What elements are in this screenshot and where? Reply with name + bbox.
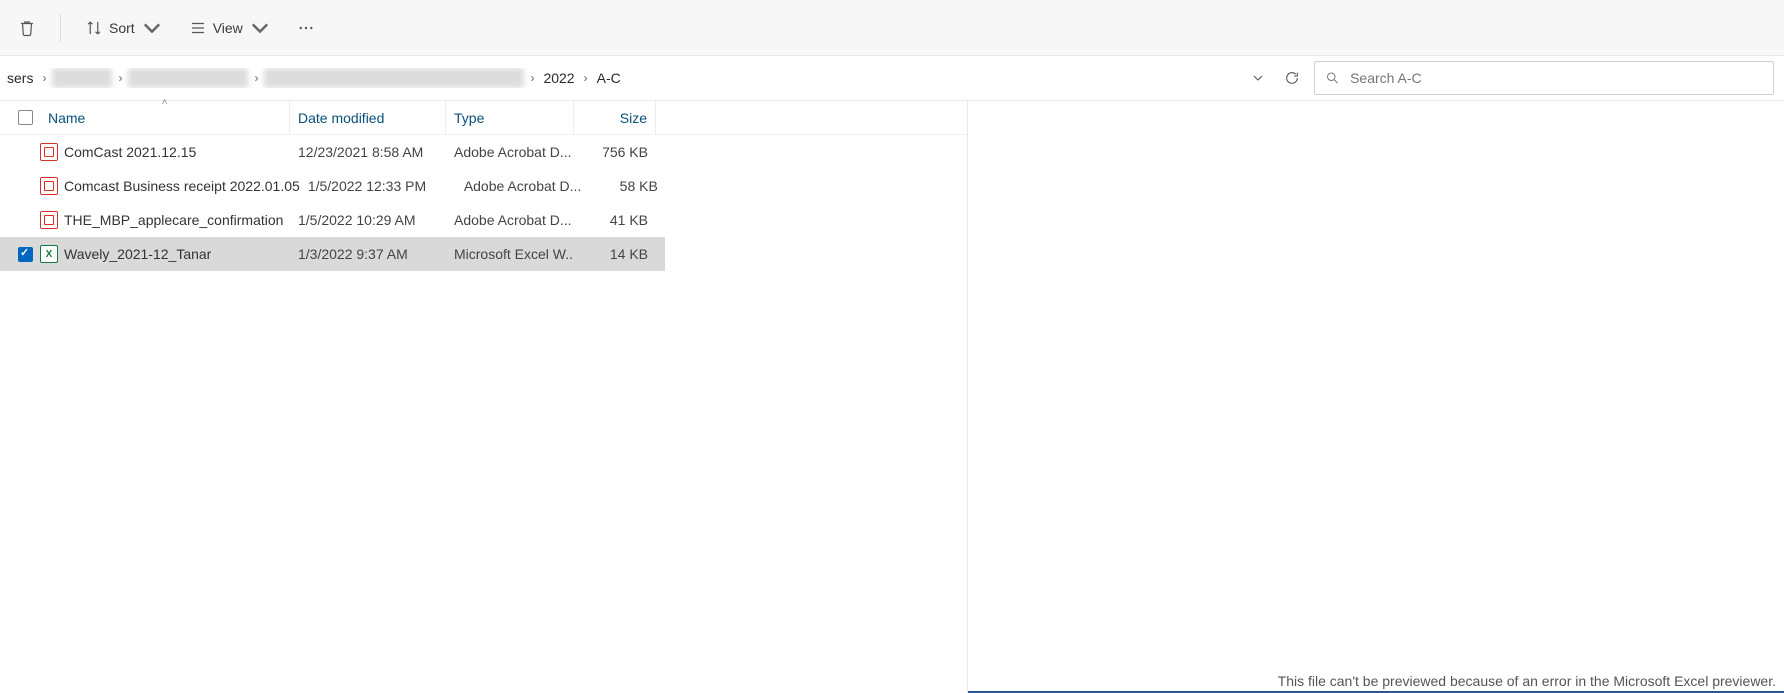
file-date: 1/5/2022 10:29 AM xyxy=(290,212,446,228)
preview-pane: This file can't be previewed because of … xyxy=(968,101,1784,693)
file-name-cell[interactable]: ComCast 2021.12.15 xyxy=(40,143,290,161)
file-date: 12/23/2021 8:58 AM xyxy=(290,144,446,160)
breadcrumb-redacted[interactable] xyxy=(52,68,112,88)
file-size: 14 KB xyxy=(574,246,656,262)
view-button[interactable]: View xyxy=(181,10,277,46)
delete-button[interactable] xyxy=(10,10,44,46)
table-row[interactable]: THE_MBP_applecare_confirmation 1/5/2022 1… xyxy=(0,203,665,237)
column-header-size[interactable]: Size xyxy=(574,101,656,134)
chevron-down-icon[interactable] xyxy=(1250,70,1266,86)
select-all-checkbox[interactable] xyxy=(18,101,40,134)
search-input[interactable] xyxy=(1350,70,1763,86)
sort-icon xyxy=(85,19,103,37)
file-date: 1/3/2022 9:37 AM xyxy=(290,246,446,262)
breadcrumb-segment[interactable]: A-C xyxy=(594,68,624,88)
file-type: Adobe Acrobat D... xyxy=(456,178,584,194)
refresh-icon[interactable] xyxy=(1284,70,1300,86)
file-list-pane: ˄ Name Date modified Type Size ComCast 2… xyxy=(0,101,968,693)
view-label: View xyxy=(213,20,243,36)
excel-file-icon xyxy=(40,245,58,263)
chevron-down-icon xyxy=(251,19,269,37)
chevron-right-icon: › xyxy=(254,71,258,85)
ellipsis-icon xyxy=(297,19,315,37)
chevron-right-icon: › xyxy=(42,71,46,85)
search-box[interactable] xyxy=(1314,61,1774,95)
breadcrumb[interactable]: sers › › › › 2022 › A-C xyxy=(0,68,1236,88)
chevron-right-icon: › xyxy=(118,71,122,85)
file-name: Comcast Business receipt 2022.01.05 xyxy=(64,178,300,194)
file-name-cell[interactable]: THE_MBP_applecare_confirmation xyxy=(40,211,290,229)
table-row[interactable]: Wavely_2021-12_Tanar 1/3/2022 9:37 AMMicr… xyxy=(0,237,665,271)
column-header-date[interactable]: Date modified xyxy=(290,101,446,134)
file-type: Adobe Acrobat D... xyxy=(446,144,574,160)
file-size: 58 KB xyxy=(584,178,666,194)
file-size: 41 KB xyxy=(574,212,656,228)
chevron-right-icon: › xyxy=(584,71,588,85)
row-checkbox[interactable] xyxy=(18,247,40,262)
pdf-file-icon xyxy=(40,143,58,161)
toolbar: Sort View xyxy=(0,0,1784,56)
search-icon xyxy=(1325,70,1340,86)
sort-button[interactable]: Sort xyxy=(77,10,169,46)
trash-icon xyxy=(18,19,36,37)
breadcrumb-root[interactable]: sers xyxy=(4,68,36,88)
main: ˄ Name Date modified Type Size ComCast 2… xyxy=(0,101,1784,693)
file-name: ComCast 2021.12.15 xyxy=(64,144,196,160)
chevron-right-icon: › xyxy=(530,71,534,85)
column-headers: ˄ Name Date modified Type Size xyxy=(0,101,967,135)
breadcrumb-redacted[interactable] xyxy=(128,68,248,88)
address-row: sers › › › › 2022 › A-C xyxy=(0,56,1784,101)
file-type: Adobe Acrobat D... xyxy=(446,212,574,228)
file-name-cell[interactable]: Wavely_2021-12_Tanar xyxy=(40,245,290,263)
more-button[interactable] xyxy=(289,10,323,46)
pdf-file-icon xyxy=(40,177,58,195)
file-date: 1/5/2022 12:33 PM xyxy=(300,178,456,194)
preview-error-text: This file can't be previewed because of … xyxy=(968,669,1784,693)
sort-label: Sort xyxy=(109,20,135,36)
view-icon xyxy=(189,19,207,37)
toolbar-separator xyxy=(60,14,61,42)
sort-ascending-icon: ˄ xyxy=(162,97,168,108)
pdf-file-icon xyxy=(40,211,58,229)
file-name: THE_MBP_applecare_confirmation xyxy=(64,212,283,228)
file-rows: ComCast 2021.12.1512/23/2021 8:58 AMAdob… xyxy=(0,135,665,271)
file-name-cell[interactable]: Comcast Business receipt 2022.01.05 xyxy=(40,177,300,195)
file-size: 756 KB xyxy=(574,144,656,160)
breadcrumb-segment[interactable]: 2022 xyxy=(540,68,577,88)
breadcrumb-redacted[interactable] xyxy=(264,68,524,88)
file-type: Microsoft Excel W... xyxy=(446,246,574,262)
chevron-down-icon xyxy=(143,19,161,37)
column-header-name[interactable]: ˄ Name xyxy=(40,101,290,134)
table-row[interactable]: Comcast Business receipt 2022.01.051/5/2… xyxy=(0,169,665,203)
file-name: Wavely_2021-12_Tanar xyxy=(64,246,211,262)
table-row[interactable]: ComCast 2021.12.15 12/23/2021 8:58 AMAdob… xyxy=(0,135,665,169)
column-header-type[interactable]: Type xyxy=(446,101,574,134)
